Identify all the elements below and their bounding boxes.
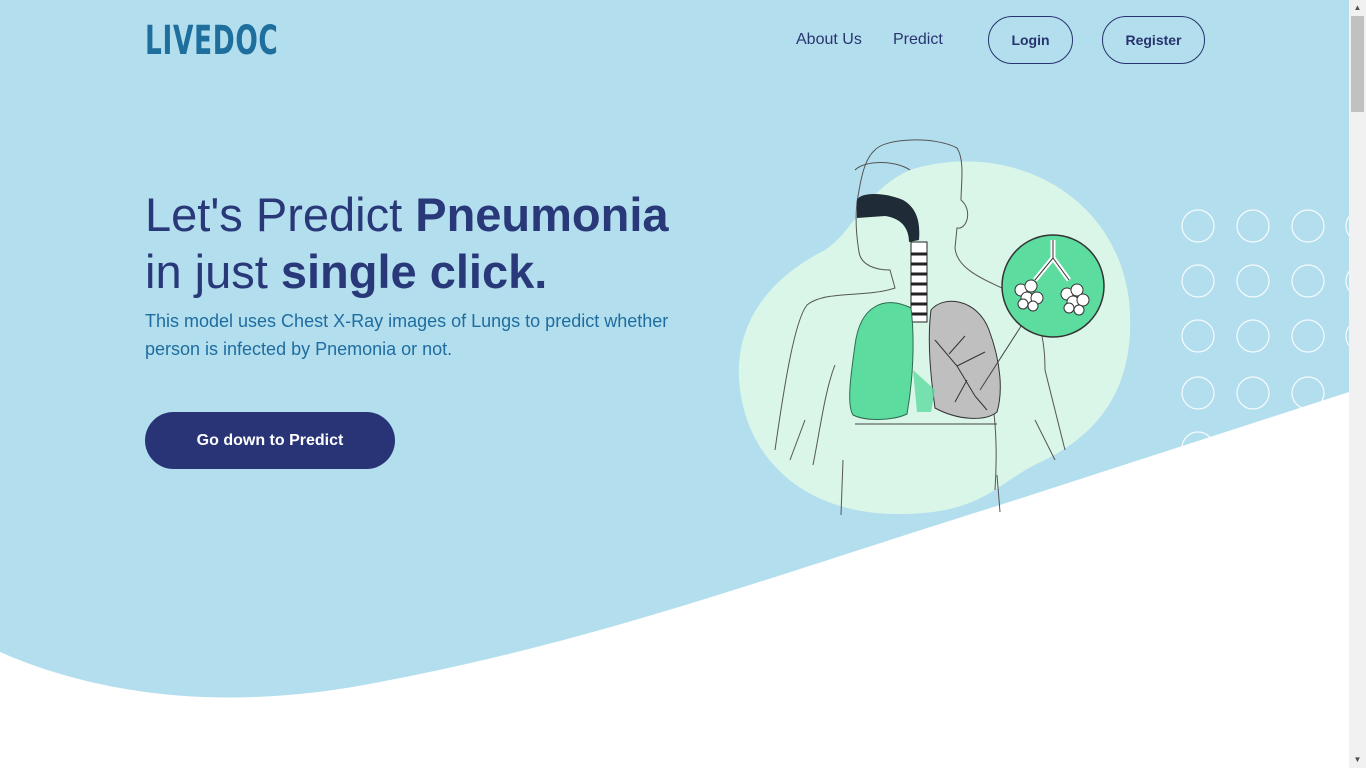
hero-title: Let's Predict Pneumonia in just single c…	[145, 186, 669, 300]
nav-predict-link[interactable]: Predict	[893, 30, 943, 50]
hero-title-line1-bold: Pneumonia	[415, 188, 669, 241]
nav-about-link[interactable]: About Us	[796, 30, 862, 50]
scroll-down-arrow-icon[interactable]: ▼	[1349, 752, 1366, 768]
circle-dots-pattern	[1181, 209, 1349, 460]
hero-description: This model uses Chest X-Ray images of Lu…	[145, 311, 669, 359]
hero-title-line1-light: Let's Predict	[145, 188, 416, 241]
hero-background	[0, 0, 1349, 698]
go-down-to-predict-button[interactable]: Go down to Predict	[145, 412, 395, 469]
register-button[interactable]: Register	[1102, 16, 1205, 64]
human-lungs-illustration	[738, 139, 1131, 516]
scroll-up-arrow-icon[interactable]: ▲	[1349, 0, 1366, 16]
hero-title-line2-light: in just	[145, 245, 281, 298]
login-button[interactable]: Login	[988, 16, 1073, 64]
page-scrollbar[interactable]: ▲ ▼	[1349, 0, 1366, 768]
scrollbar-thumb[interactable]	[1351, 16, 1364, 112]
logo[interactable]: LIVEDOC	[145, 20, 278, 62]
hero-title-line2-bold: single click.	[280, 245, 548, 298]
